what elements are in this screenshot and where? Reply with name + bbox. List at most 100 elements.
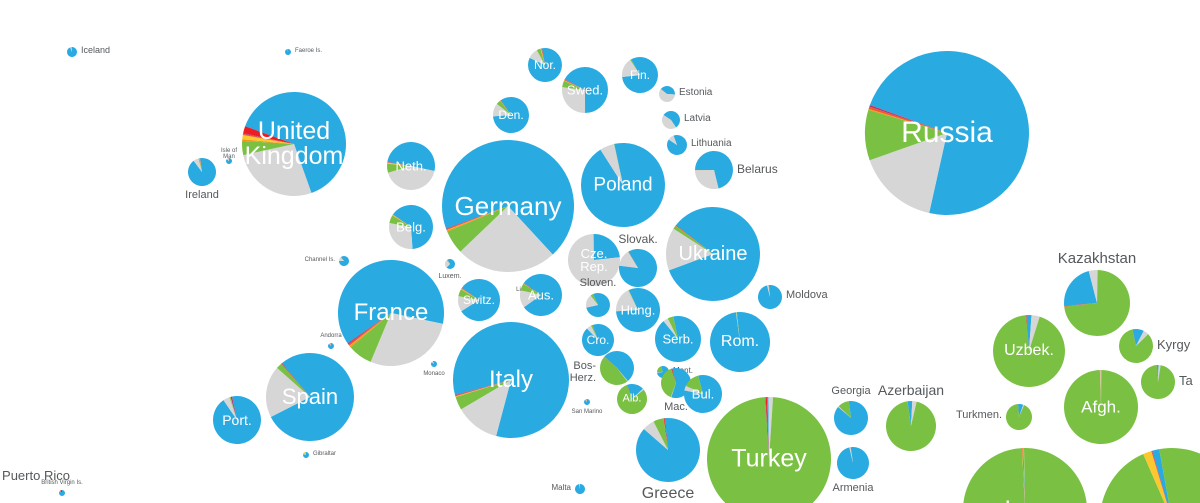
country-turkmenistan[interactable] xyxy=(1005,404,1032,431)
country-ukraine[interactable]: Ukraine xyxy=(666,206,760,301)
country-isle-of-man[interactable] xyxy=(226,158,233,164)
country-united-kingdom[interactable]: United Kingdom xyxy=(242,91,347,196)
pie-monaco xyxy=(430,361,437,367)
country-andorra[interactable] xyxy=(327,343,334,349)
slice-muslim[interactable] xyxy=(963,448,1087,503)
country-greece[interactable] xyxy=(636,417,701,482)
country-serbia[interactable]: Serb. xyxy=(655,316,702,363)
country-monaco[interactable] xyxy=(430,361,437,367)
slice-christian[interactable] xyxy=(580,143,665,228)
pie-serbia xyxy=(655,316,702,363)
pie-wrapper-lithuania xyxy=(667,134,688,155)
pie-wrapper-ukraine xyxy=(666,206,760,301)
pie-belgium xyxy=(389,205,433,250)
country-czech-rep[interactable]: Cze. Rep. xyxy=(568,234,621,287)
pie-gibraltar xyxy=(302,452,309,458)
country-turkey[interactable]: Turkey xyxy=(707,396,831,503)
country-denmark[interactable]: Den. xyxy=(492,97,529,134)
country-afghanistan[interactable]: Afgh. xyxy=(1064,369,1139,444)
country-latvia[interactable] xyxy=(661,110,681,130)
country-switzerland[interactable]: Switz. xyxy=(457,279,500,322)
slice-christian[interactable] xyxy=(212,395,261,444)
country-sweden[interactable]: Swed. xyxy=(561,67,608,114)
pie-germany xyxy=(441,140,574,273)
pie-pakistan xyxy=(1102,448,1200,503)
pie-france xyxy=(337,260,444,366)
country-label-estonia: Estonia xyxy=(679,86,713,98)
pie-wrapper-france xyxy=(337,260,444,366)
pie-wrapper-afghanistan xyxy=(1064,369,1139,444)
slice-unaffiliated[interactable] xyxy=(389,222,413,250)
country-austria[interactable]: Aus. xyxy=(520,274,562,317)
pie-sweden xyxy=(561,67,608,114)
country-pakistan[interactable]: Pak. xyxy=(1100,448,1200,503)
pie-cartogram-canvas: Iceland Faeroe Is. United Kingdom Ireland Is… xyxy=(0,0,1200,503)
country-estonia[interactable] xyxy=(659,86,676,102)
country-belgium[interactable]: Belg. xyxy=(389,205,433,250)
pie-wrapper-malta xyxy=(575,483,586,494)
country-slovakia[interactable] xyxy=(619,249,658,288)
country-ireland[interactable] xyxy=(188,157,217,186)
pie-ukraine xyxy=(666,206,760,301)
slice-unaffiliated[interactable] xyxy=(561,87,586,114)
pie-wrapper-iceland xyxy=(66,46,77,57)
country-iceland[interactable] xyxy=(66,46,77,57)
pie-azerbaijan xyxy=(885,400,936,451)
country-slovenia[interactable] xyxy=(585,293,610,317)
country-tajikistan[interactable] xyxy=(1140,365,1175,399)
country-italy[interactable]: Italy xyxy=(452,321,569,438)
country-albania[interactable]: Alb. xyxy=(616,383,647,415)
slice-christian[interactable] xyxy=(575,484,586,494)
slice-christian[interactable] xyxy=(594,234,620,260)
country-france[interactable]: France xyxy=(337,260,444,366)
pie-wrapper-greece xyxy=(636,417,701,482)
slice-christian[interactable] xyxy=(655,316,702,363)
country-lithuania[interactable] xyxy=(667,134,688,155)
country-azerbaijan[interactable] xyxy=(885,400,936,451)
country-hungary[interactable]: Hung. xyxy=(616,287,661,332)
slice-christian[interactable] xyxy=(710,311,771,372)
country-british-virgin[interactable] xyxy=(59,490,66,496)
country-malta[interactable] xyxy=(575,483,586,494)
slice-christian[interactable] xyxy=(188,157,217,186)
pie-turkmenistan xyxy=(1005,404,1032,431)
country-label-bosnia-herz: Bos- Herz. xyxy=(569,360,596,384)
pie-wrapper-spain xyxy=(266,352,355,441)
country-netherlands[interactable]: Neth. xyxy=(386,142,435,191)
country-romania[interactable]: Rom. xyxy=(710,311,771,372)
country-san-marino[interactable] xyxy=(584,399,591,405)
pie-uzbekistan xyxy=(993,314,1066,387)
country-poland[interactable]: Poland xyxy=(580,143,665,228)
pie-italy xyxy=(452,321,569,438)
country-finland[interactable]: Fin. xyxy=(622,57,659,94)
pie-austria xyxy=(520,274,562,317)
country-moldova[interactable] xyxy=(757,285,782,310)
country-belarus[interactable] xyxy=(694,150,733,189)
country-norway[interactable]: Nor. xyxy=(528,47,563,82)
country-portugal[interactable]: Port. xyxy=(212,395,261,444)
pie-wrapper-poland xyxy=(580,143,665,228)
pie-wrapper-bosnia-herz xyxy=(599,350,635,386)
country-kyrgyzstan[interactable] xyxy=(1118,328,1153,364)
country-gibraltar[interactable] xyxy=(302,452,309,458)
slice-christian[interactable] xyxy=(757,285,782,310)
pie-albania xyxy=(616,383,647,415)
country-armenia[interactable] xyxy=(837,447,870,480)
country-kazakhstan[interactable] xyxy=(1064,270,1131,337)
slice-christian[interactable] xyxy=(584,399,591,405)
country-faeroe[interactable] xyxy=(285,48,292,55)
country-luxembourg[interactable] xyxy=(445,258,456,269)
country-spain[interactable]: Spain xyxy=(266,352,355,441)
country-iran[interactable]: Iran xyxy=(963,448,1087,503)
country-bosnia-herz[interactable] xyxy=(599,350,635,386)
slice-christian[interactable] xyxy=(285,49,292,55)
country-germany[interactable]: Germany xyxy=(441,140,574,273)
country-russia[interactable]: Russia xyxy=(864,50,1029,215)
country-georgia[interactable] xyxy=(834,400,869,435)
pie-latvia xyxy=(661,110,681,130)
country-puerto-rico[interactable] xyxy=(35,462,37,464)
country-uzbekistan[interactable]: Uzbek. xyxy=(993,314,1066,387)
pie-hungary xyxy=(616,287,661,332)
pie-romania xyxy=(710,311,771,372)
slice-christian[interactable] xyxy=(837,447,870,480)
